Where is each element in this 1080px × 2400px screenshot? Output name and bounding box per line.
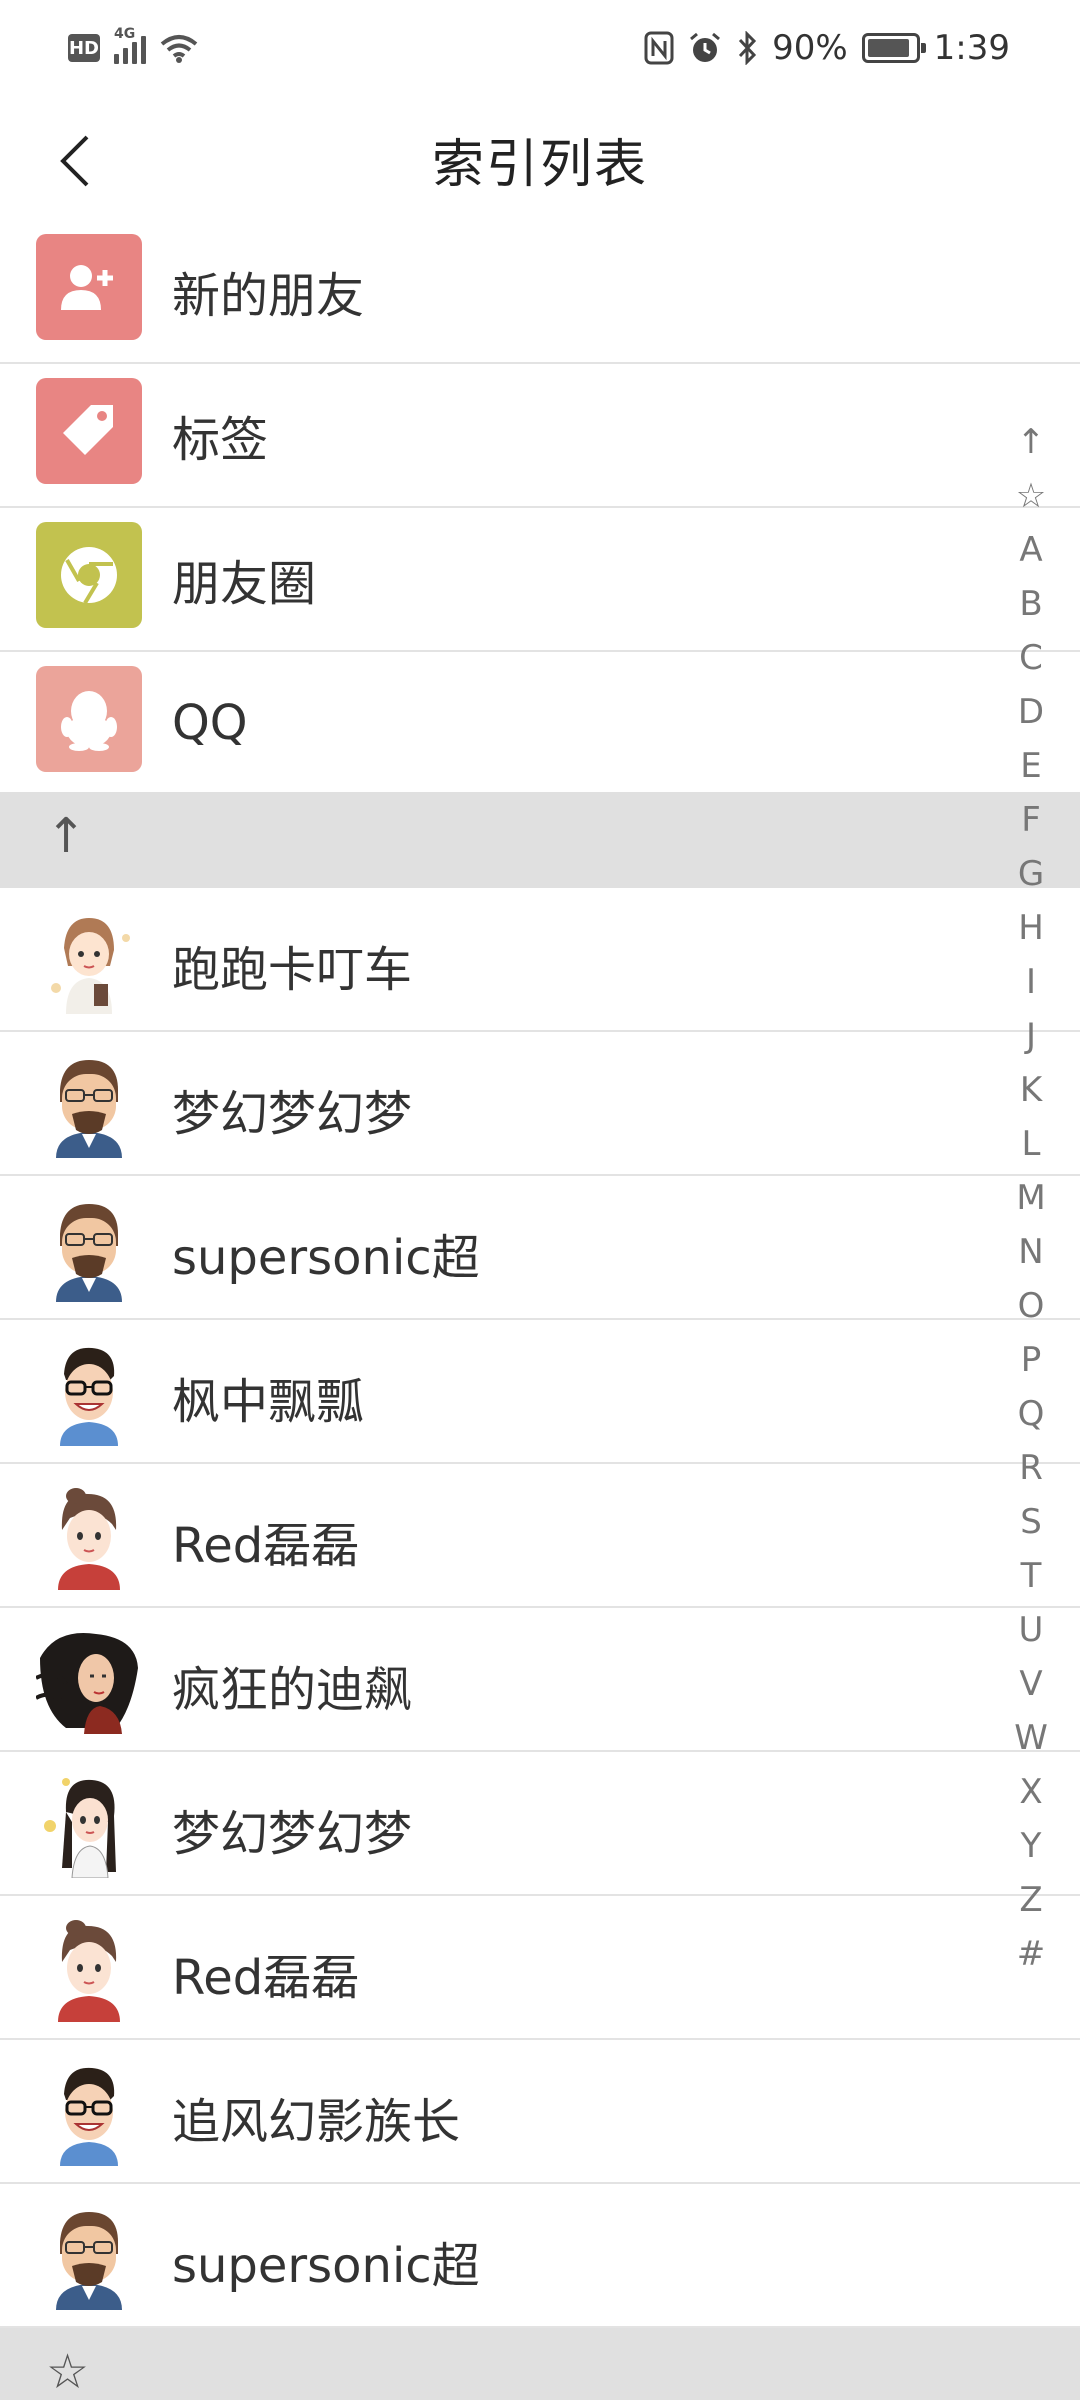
- index-letter[interactable]: T: [1004, 1549, 1058, 1603]
- star-icon: ☆: [46, 2344, 90, 2400]
- index-letter[interactable]: Q: [1004, 1387, 1058, 1441]
- index-letter[interactable]: H: [1004, 901, 1058, 955]
- avatar: [36, 1772, 142, 1878]
- menu-item-new-friends[interactable]: 新的朋友: [0, 220, 1080, 364]
- index-letter[interactable]: F: [1004, 793, 1058, 847]
- alphabet-index-bar[interactable]: ↑ ☆ A B C D E F G H I J K L M N O P Q R S T U V W X Y Z #: [1004, 415, 1058, 1981]
- index-letter[interactable]: W: [1004, 1711, 1058, 1765]
- tag-icon: [36, 378, 142, 484]
- contact-item[interactable]: Red磊磊: [0, 1464, 1080, 1608]
- alarm-icon: [690, 32, 721, 62]
- index-letter[interactable]: B: [1004, 577, 1058, 631]
- index-letter[interactable]: Y: [1004, 1819, 1058, 1873]
- network-type: 4G: [114, 26, 136, 42]
- avatar: [36, 1628, 142, 1734]
- index-letter[interactable]: N: [1004, 1225, 1058, 1279]
- index-letter[interactable]: ↑: [1004, 415, 1058, 469]
- function-menu: 新的朋友 标签 朋友圈 QQ: [0, 220, 1080, 796]
- avatar: [36, 2204, 142, 2310]
- contact-name: 梦幻梦幻梦: [172, 1806, 413, 1862]
- index-letter[interactable]: X: [1004, 1765, 1058, 1819]
- index-letter[interactable]: P: [1004, 1333, 1058, 1387]
- index-letter[interactable]: M: [1004, 1171, 1058, 1225]
- contact-name: 梦幻梦幻梦: [172, 1086, 413, 1142]
- index-letter[interactable]: K: [1004, 1063, 1058, 1117]
- section-header-top: ↑: [0, 792, 1080, 888]
- status-left: HD 4G: [68, 26, 198, 64]
- avatar: [36, 1340, 142, 1446]
- contact-name: 疯狂的迪飙: [172, 1662, 413, 1718]
- index-letter[interactable]: L: [1004, 1117, 1058, 1171]
- contact-list: 跑跑卡叮车 梦幻梦幻梦 supersonic超 枫中飘瓢 Red磊磊 疯狂的迪飙…: [0, 888, 1080, 2328]
- avatar: [36, 2060, 142, 2166]
- avatar: [36, 908, 142, 1014]
- index-letter[interactable]: ☆: [1004, 469, 1058, 523]
- add-friend-icon: [36, 234, 142, 340]
- avatar: [36, 1916, 142, 2022]
- status-right: 90% 1:39: [644, 28, 1010, 68]
- contact-name: supersonic超: [172, 1230, 480, 1286]
- contact-name: 追风幻影族长: [172, 2094, 461, 2150]
- index-letter[interactable]: Z: [1004, 1873, 1058, 1927]
- menu-label: QQ: [172, 695, 248, 751]
- index-letter[interactable]: R: [1004, 1441, 1058, 1495]
- contact-name: supersonic超: [172, 2238, 480, 2294]
- clock: 1:39: [933, 28, 1010, 68]
- menu-item-tags[interactable]: 标签: [0, 364, 1080, 508]
- battery-percent: 90%: [772, 28, 848, 68]
- index-letter[interactable]: U: [1004, 1603, 1058, 1657]
- contact-name: 枫中飘瓢: [172, 1374, 365, 1430]
- contact-name: 跑跑卡叮车: [172, 942, 413, 998]
- index-letter[interactable]: A: [1004, 523, 1058, 577]
- menu-item-qq[interactable]: QQ: [0, 652, 1080, 796]
- avatar: [36, 1484, 142, 1590]
- bluetooth-icon: [738, 31, 757, 65]
- index-letter[interactable]: C: [1004, 631, 1058, 685]
- menu-label: 朋友圈: [172, 556, 317, 612]
- nfc-icon: [644, 31, 674, 65]
- index-letter[interactable]: #: [1004, 1927, 1058, 1981]
- status-bar: HD 4G 90% 1:39: [0, 0, 1080, 100]
- up-arrow-icon: ↑: [46, 808, 87, 864]
- index-letter[interactable]: V: [1004, 1657, 1058, 1711]
- contact-item[interactable]: supersonic超: [0, 1176, 1080, 1320]
- index-letter[interactable]: I: [1004, 955, 1058, 1009]
- contact-item[interactable]: Red磊磊: [0, 1896, 1080, 2040]
- battery-icon: [861, 33, 926, 63]
- contact-item[interactable]: 疯狂的迪飙: [0, 1608, 1080, 1752]
- header: 索引列表: [0, 100, 1080, 220]
- avatar: [36, 1052, 142, 1158]
- index-letter[interactable]: E: [1004, 739, 1058, 793]
- contact-item[interactable]: 梦幻梦幻梦: [0, 1752, 1080, 1896]
- index-letter[interactable]: O: [1004, 1279, 1058, 1333]
- index-letter[interactable]: S: [1004, 1495, 1058, 1549]
- contact-item[interactable]: 梦幻梦幻梦: [0, 1032, 1080, 1176]
- page-title: 索引列表: [431, 135, 648, 195]
- wifi-icon: [160, 35, 198, 63]
- qq-penguin-icon: [36, 666, 142, 772]
- contact-item[interactable]: supersonic超: [0, 2184, 1080, 2328]
- index-letter[interactable]: G: [1004, 847, 1058, 901]
- contact-name: Red磊磊: [172, 1950, 360, 2006]
- contact-item[interactable]: 追风幻影族长: [0, 2040, 1080, 2184]
- contact-name: Red磊磊: [172, 1518, 360, 1574]
- menu-label: 标签: [172, 412, 269, 468]
- hd-badge: HD: [68, 34, 100, 62]
- menu-item-moments[interactable]: 朋友圈: [0, 508, 1080, 652]
- avatar: [36, 1196, 142, 1302]
- contact-item[interactable]: 枫中飘瓢: [0, 1320, 1080, 1464]
- index-letter[interactable]: J: [1004, 1009, 1058, 1063]
- contact-item[interactable]: 跑跑卡叮车: [0, 888, 1080, 1032]
- moments-icon: [36, 522, 142, 628]
- menu-label: 新的朋友: [172, 268, 365, 324]
- section-header-starred: ☆: [0, 2328, 1080, 2400]
- index-letter[interactable]: D: [1004, 685, 1058, 739]
- signal-icon: 4G: [114, 26, 146, 64]
